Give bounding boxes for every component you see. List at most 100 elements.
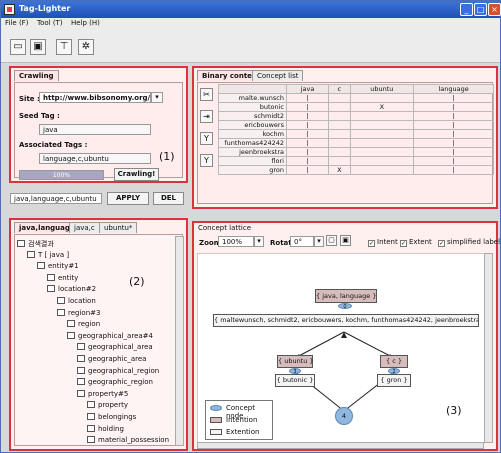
row-header[interactable]: gron: [218, 165, 287, 175]
crawling-button[interactable]: Crawling!: [114, 168, 159, 181]
settings-icon[interactable]: ✲: [78, 39, 94, 55]
hierarchy-icon[interactable]: ⊤: [56, 39, 72, 55]
seed-tag-input[interactable]: java: [39, 124, 151, 135]
table-cell[interactable]: |: [285, 165, 330, 175]
tree-node[interactable]: geographical_area#4: [67, 331, 153, 340]
filter-alt-icon[interactable]: Y: [200, 154, 213, 167]
filter-icon[interactable]: Y: [200, 132, 213, 145]
zoom-select[interactable]: 100%: [218, 236, 254, 247]
left-intent-node[interactable]: { ubuntu }: [277, 355, 314, 368]
rotate-chevron-down-icon[interactable]: ▾: [314, 236, 324, 247]
row-header[interactable]: jeenbroekstra: [218, 147, 287, 157]
tree-node[interactable]: belongings: [87, 413, 136, 421]
tag-filter-input[interactable]: java,language,c,ubuntu: [10, 193, 102, 204]
tab-crawling[interactable]: Crawling: [14, 70, 59, 81]
table-cell[interactable]: |: [285, 111, 330, 121]
table-cell[interactable]: |: [413, 120, 494, 130]
bottom-concept-node[interactable]: 4: [335, 407, 353, 425]
table-cell[interactable]: X: [328, 165, 351, 175]
row-header[interactable]: ericbouwers: [218, 120, 287, 130]
table-cell[interactable]: [349, 129, 415, 139]
maximize-button[interactable]: □: [474, 3, 487, 16]
intent-checkbox[interactable]: ✓ Intent: [368, 238, 398, 247]
tab-ubuntu[interactable]: ubuntu*: [99, 222, 138, 233]
insert-icon[interactable]: ⇥: [200, 110, 213, 123]
table-cell[interactable]: [349, 147, 415, 157]
tree-node[interactable]: T [ java ]: [27, 250, 69, 259]
table-cell[interactable]: [328, 102, 351, 112]
tree-scrollbar[interactable]: [175, 236, 184, 446]
table-cell[interactable]: |: [285, 156, 330, 166]
row-header[interactable]: schmidt2: [218, 111, 287, 121]
right-intent-node[interactable]: { c }: [380, 355, 408, 368]
table-cell[interactable]: [328, 156, 351, 166]
row-header[interactable]: malte.wunsch: [218, 93, 287, 103]
column-header[interactable]: language: [413, 84, 494, 94]
table-cell[interactable]: |: [413, 129, 494, 139]
table-cell[interactable]: |: [413, 102, 494, 112]
associated-tags-input[interactable]: language,c,ubuntu: [39, 153, 151, 164]
table-cell[interactable]: |: [413, 138, 494, 148]
table-cell[interactable]: [328, 138, 351, 148]
copy-icon[interactable]: ▣: [340, 235, 351, 246]
top-extent-node[interactable]: { maltewunsch, schmidt2, ericbouwers, ko…: [213, 314, 479, 327]
close-button[interactable]: ×: [488, 3, 501, 16]
rotate-select[interactable]: 0°: [290, 236, 314, 247]
apply-button[interactable]: APPLY: [107, 192, 149, 205]
menu-file[interactable]: File (F): [5, 19, 28, 27]
open-folder-icon[interactable]: ▭: [10, 39, 26, 55]
table-cell[interactable]: |: [413, 93, 494, 103]
table-cell[interactable]: |: [413, 147, 494, 157]
tree-node[interactable]: property: [87, 401, 128, 409]
right-extent-node[interactable]: { gron }: [377, 374, 411, 387]
column-header[interactable]: java: [285, 84, 330, 94]
menu-help[interactable]: Help (H): [71, 19, 100, 27]
table-cell[interactable]: [349, 111, 415, 121]
table-cell[interactable]: [328, 120, 351, 130]
table-cell[interactable]: |: [285, 138, 330, 148]
tree-node[interactable]: region: [67, 320, 100, 328]
table-cell[interactable]: |: [285, 129, 330, 139]
site-dropdown-chevron-icon[interactable]: ▾: [151, 92, 163, 103]
tab-concept-list[interactable]: Concept list: [252, 70, 304, 81]
tree-node[interactable]: material_possession: [87, 436, 169, 444]
tree-node[interactable]: location: [57, 297, 96, 305]
extent-checkbox[interactable]: ✓ Extent: [400, 238, 432, 247]
column-header[interactable]: ubuntu: [349, 84, 415, 94]
table-cell[interactable]: [328, 129, 351, 139]
table-cell[interactable]: X: [349, 102, 415, 112]
page-icon[interactable]: ▢: [326, 235, 337, 246]
tree-node[interactable]: geographic_area: [77, 355, 146, 363]
table-cell[interactable]: [349, 93, 415, 103]
table-cell[interactable]: [349, 165, 415, 175]
table-cell[interactable]: [349, 120, 415, 130]
tree-node[interactable]: location#2: [47, 285, 96, 293]
column-header[interactable]: c: [328, 84, 351, 94]
table-cell[interactable]: |: [285, 120, 330, 130]
simplified-label-checkbox[interactable]: ✓ simplified label: [438, 238, 500, 247]
top-concept-node[interactable]: 0: [338, 303, 352, 310]
minimize-button[interactable]: _: [460, 3, 473, 16]
tab-java-c[interactable]: java,c: [69, 222, 100, 233]
top-intent-node[interactable]: { java, language }: [315, 289, 377, 303]
tree-node[interactable]: property#5: [77, 389, 128, 398]
menu-tool[interactable]: Tool (T): [37, 19, 63, 27]
row-header[interactable]: kochm: [218, 129, 287, 139]
left-extent-node[interactable]: { butonic }: [275, 374, 315, 387]
table-cell[interactable]: [328, 147, 351, 157]
tree-node[interactable]: geographical_region: [77, 366, 159, 375]
cut-icon[interactable]: ✂: [200, 88, 213, 101]
tree-node[interactable]: entity#1: [37, 262, 79, 270]
zoom-chevron-down-icon[interactable]: ▾: [254, 236, 264, 247]
tree-node[interactable]: geographical_area: [77, 343, 153, 351]
table-cell[interactable]: |: [285, 102, 330, 112]
site-input[interactable]: http://www.bibsonomy.org/: [39, 92, 151, 103]
row-header[interactable]: funthomas424242: [218, 138, 287, 148]
table-cell[interactable]: [328, 93, 351, 103]
table-cell[interactable]: [328, 111, 351, 121]
tree-node[interactable]: region#3: [57, 308, 100, 317]
table-cell[interactable]: |: [413, 156, 494, 166]
lattice-vertical-scrollbar[interactable]: [484, 253, 493, 443]
tree-node[interactable]: entity: [47, 273, 78, 282]
tree-node[interactable]: holding: [87, 424, 124, 433]
